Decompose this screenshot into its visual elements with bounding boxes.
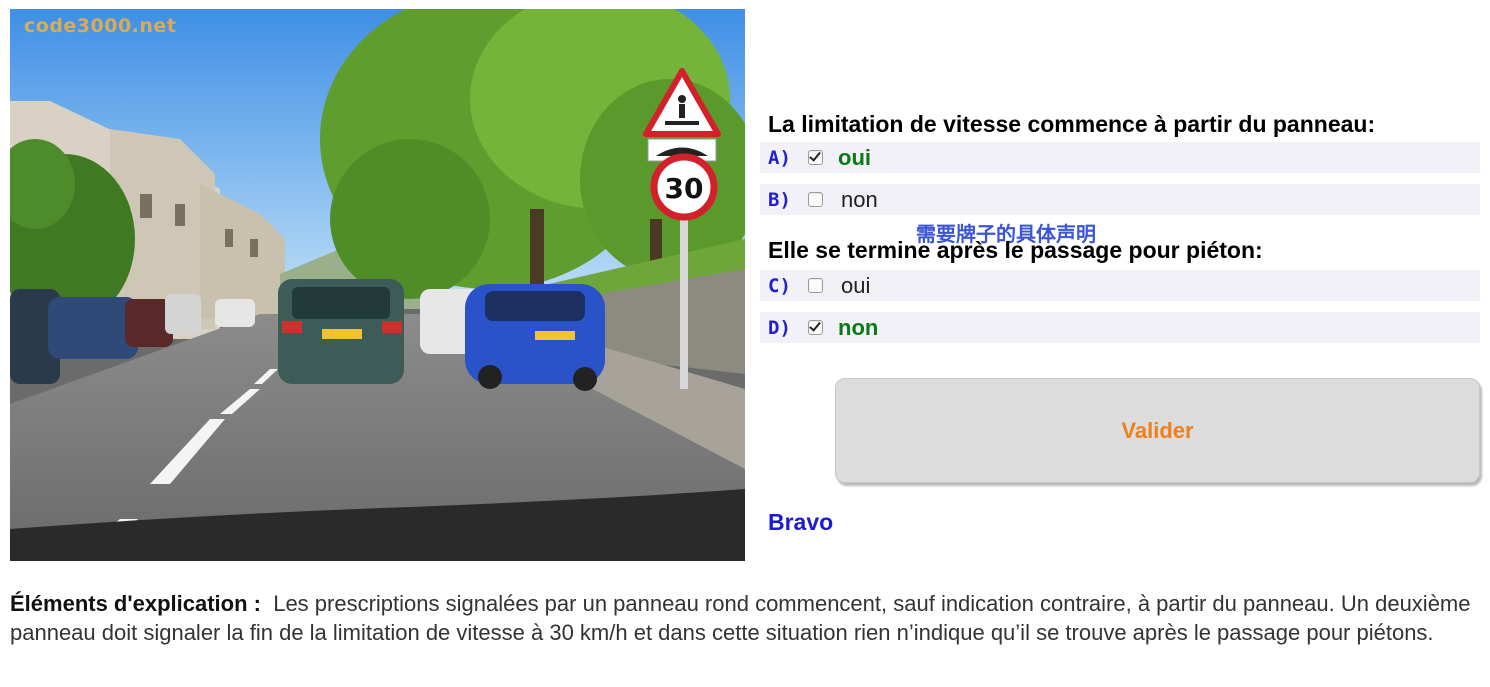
check-mark-icon [809,319,821,332]
question-1-title: La limitation de vitesse commence à part… [768,111,1376,137]
answer-letter: C) [768,274,791,297]
answer-b-checkbox[interactable] [808,192,823,207]
car-ahead-green [278,279,404,384]
speed-limit-30-sign: 30 [650,153,718,221]
answer-row-d[interactable]: D) non [760,312,1480,343]
check-mark-icon [809,149,821,162]
answer-row-c[interactable]: C) oui [760,270,1480,301]
answer-text: non [838,314,879,340]
question-2-title: Elle se termine après le passage pour pi… [768,237,1263,263]
answer-text: oui [841,272,871,298]
answer-row-a[interactable]: A) oui [760,142,1480,173]
explanation-label: Éléments d'explication : [10,591,261,616]
answer-letter: B) [768,188,791,211]
answer-text: oui [838,144,871,170]
answer-a-checkbox[interactable] [808,149,823,165]
speed-limit-value: 30 [665,172,704,205]
answer-text: non [841,186,878,212]
answer-letter: A) [768,146,791,169]
site-watermark: code3000.net [24,15,177,37]
question-photo: 30 code3000.net [10,9,745,561]
explanation-block: Éléments d'explication : Les prescriptio… [10,589,1485,647]
answer-letter: D) [768,316,791,339]
answer-d-checkbox[interactable] [808,319,823,335]
result-message: Bravo [768,509,834,535]
street-scene-illustration: 30 [10,9,745,561]
answer-c-checkbox[interactable] [808,278,823,293]
car-blue [465,284,605,391]
validate-button[interactable]: Valider [835,378,1480,483]
answer-row-b[interactable]: B) non [760,184,1480,215]
